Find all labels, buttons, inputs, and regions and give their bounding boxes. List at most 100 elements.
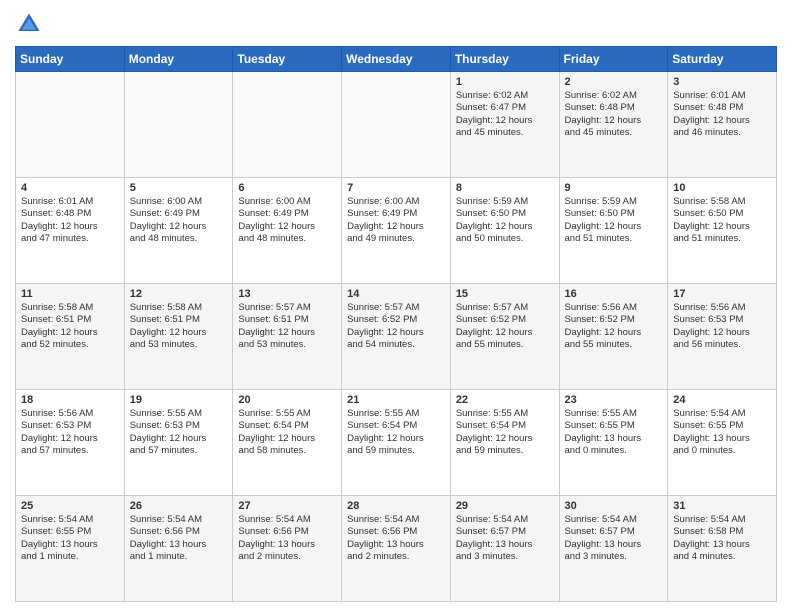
day-info: and 52 minutes. [21,339,119,351]
day-info: Sunset: 6:52 PM [456,314,554,326]
day-number: 17 [673,288,771,300]
day-number: 3 [673,76,771,88]
calendar-cell: 26Sunrise: 5:54 AMSunset: 6:56 PMDayligh… [124,496,233,602]
day-info: Sunset: 6:52 PM [347,314,445,326]
day-info: and 56 minutes. [673,339,771,351]
calendar-cell: 27Sunrise: 5:54 AMSunset: 6:56 PMDayligh… [233,496,342,602]
day-number: 21 [347,394,445,406]
day-info: Sunrise: 6:00 AM [130,196,228,208]
day-number: 22 [456,394,554,406]
day-info: and 2 minutes. [347,551,445,563]
page-header [15,10,777,38]
day-info: Sunrise: 5:54 AM [347,514,445,526]
day-info: Sunset: 6:48 PM [565,102,663,114]
day-info: Sunset: 6:57 PM [565,526,663,538]
calendar-cell [16,72,125,178]
day-number: 29 [456,500,554,512]
day-info: Daylight: 13 hours [673,433,771,445]
day-info: and 3 minutes. [456,551,554,563]
day-info: Sunset: 6:56 PM [238,526,336,538]
calendar-week-row: 25Sunrise: 5:54 AMSunset: 6:55 PMDayligh… [16,496,777,602]
day-info: Sunrise: 5:55 AM [456,408,554,420]
day-number: 18 [21,394,119,406]
day-info: Sunrise: 5:56 AM [565,302,663,314]
day-info: Sunset: 6:56 PM [130,526,228,538]
day-info: Daylight: 12 hours [130,433,228,445]
weekday-header: Monday [124,47,233,72]
day-info: and 2 minutes. [238,551,336,563]
calendar-body: 1Sunrise: 6:02 AMSunset: 6:47 PMDaylight… [16,72,777,602]
calendar-cell: 10Sunrise: 5:58 AMSunset: 6:50 PMDayligh… [668,178,777,284]
calendar-cell: 22Sunrise: 5:55 AMSunset: 6:54 PMDayligh… [450,390,559,496]
day-info: Daylight: 12 hours [456,327,554,339]
weekday-header: Sunday [16,47,125,72]
weekday-header: Friday [559,47,668,72]
day-info: Daylight: 12 hours [21,327,119,339]
day-info: Daylight: 12 hours [673,115,771,127]
weekday-header: Tuesday [233,47,342,72]
day-info: and 1 minute. [21,551,119,563]
day-info: Sunset: 6:51 PM [21,314,119,326]
day-info: Daylight: 13 hours [130,539,228,551]
day-info: Sunset: 6:49 PM [130,208,228,220]
day-info: Sunset: 6:54 PM [456,420,554,432]
calendar-cell: 16Sunrise: 5:56 AMSunset: 6:52 PMDayligh… [559,284,668,390]
day-info: Daylight: 12 hours [673,327,771,339]
calendar-cell: 4Sunrise: 6:01 AMSunset: 6:48 PMDaylight… [16,178,125,284]
day-info: and 51 minutes. [673,233,771,245]
day-info: and 53 minutes. [130,339,228,351]
day-info: Sunrise: 6:02 AM [456,90,554,102]
day-info: Sunrise: 5:57 AM [238,302,336,314]
day-info: Daylight: 12 hours [238,221,336,233]
day-info: Sunrise: 5:54 AM [673,514,771,526]
calendar-cell [233,72,342,178]
calendar-cell: 20Sunrise: 5:55 AMSunset: 6:54 PMDayligh… [233,390,342,496]
day-info: Sunset: 6:51 PM [130,314,228,326]
day-info: Sunrise: 5:54 AM [21,514,119,526]
calendar-header: SundayMondayTuesdayWednesdayThursdayFrid… [16,47,777,72]
day-info: Sunrise: 5:57 AM [456,302,554,314]
header-row: SundayMondayTuesdayWednesdayThursdayFrid… [16,47,777,72]
calendar-cell: 7Sunrise: 6:00 AMSunset: 6:49 PMDaylight… [342,178,451,284]
weekday-header: Wednesday [342,47,451,72]
calendar-cell: 3Sunrise: 6:01 AMSunset: 6:48 PMDaylight… [668,72,777,178]
day-number: 31 [673,500,771,512]
day-info: Daylight: 13 hours [21,539,119,551]
day-info: Sunset: 6:51 PM [238,314,336,326]
calendar-cell [124,72,233,178]
day-info: Sunset: 6:56 PM [347,526,445,538]
day-info: Daylight: 12 hours [238,327,336,339]
day-info: Daylight: 12 hours [565,115,663,127]
calendar-cell: 8Sunrise: 5:59 AMSunset: 6:50 PMDaylight… [450,178,559,284]
day-info: and 57 minutes. [21,445,119,457]
day-info: Sunset: 6:58 PM [673,526,771,538]
day-info: Sunset: 6:49 PM [347,208,445,220]
calendar-cell: 28Sunrise: 5:54 AMSunset: 6:56 PMDayligh… [342,496,451,602]
day-info: Daylight: 12 hours [456,221,554,233]
day-info: Daylight: 13 hours [238,539,336,551]
calendar-cell: 23Sunrise: 5:55 AMSunset: 6:55 PMDayligh… [559,390,668,496]
day-info: Daylight: 12 hours [238,433,336,445]
day-info: Sunset: 6:47 PM [456,102,554,114]
day-info: Sunrise: 5:55 AM [565,408,663,420]
day-number: 4 [21,182,119,194]
day-number: 25 [21,500,119,512]
day-info: Daylight: 12 hours [130,327,228,339]
calendar-cell: 17Sunrise: 5:56 AMSunset: 6:53 PMDayligh… [668,284,777,390]
calendar-cell: 29Sunrise: 5:54 AMSunset: 6:57 PMDayligh… [450,496,559,602]
day-info: Sunrise: 6:01 AM [21,196,119,208]
day-info: Sunset: 6:49 PM [238,208,336,220]
calendar-cell: 24Sunrise: 5:54 AMSunset: 6:55 PMDayligh… [668,390,777,496]
calendar-page: SundayMondayTuesdayWednesdayThursdayFrid… [0,0,792,612]
day-info: Sunrise: 6:00 AM [347,196,445,208]
calendar-cell: 9Sunrise: 5:59 AMSunset: 6:50 PMDaylight… [559,178,668,284]
day-info: Sunset: 6:55 PM [565,420,663,432]
day-number: 7 [347,182,445,194]
day-info: Sunrise: 5:54 AM [456,514,554,526]
day-info: Sunrise: 5:57 AM [347,302,445,314]
day-info: Daylight: 12 hours [565,221,663,233]
day-info: Sunset: 6:55 PM [673,420,771,432]
day-info: Sunset: 6:50 PM [565,208,663,220]
day-info: Sunset: 6:54 PM [238,420,336,432]
day-number: 11 [21,288,119,300]
